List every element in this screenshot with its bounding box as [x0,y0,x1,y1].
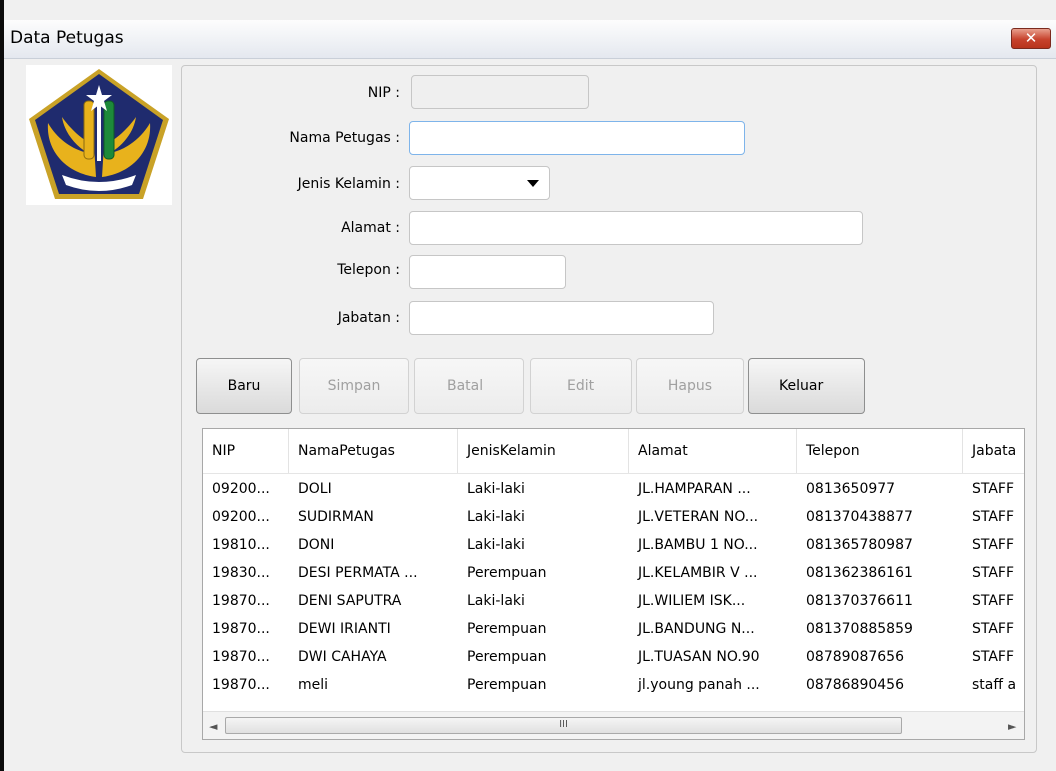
scroll-left-icon[interactable]: ◄ [209,720,217,733]
nama-petugas-label: Nama Petugas : [289,130,400,146]
jabatan-label: Jabatan : [337,310,400,326]
cell-nip: 09200... [212,509,270,525]
cell-jabatan: STAFF [972,481,1015,497]
cell-telepon: 081365780987 [806,537,913,553]
cell-alamat: jl.young panah ... [638,677,760,693]
cell-alamat: JL.VETERAN NO... [638,509,759,525]
column-header-alamat[interactable]: Alamat [629,429,797,473]
keluar-button[interactable]: Keluar [748,358,865,414]
cell-jenis-kelamin: Laki-laki [467,537,525,553]
baru-button[interactable]: Baru [196,358,292,414]
window-title: Data Petugas [10,28,124,48]
cell-nama: DONI [298,537,335,553]
cell-jabatan: STAFF [972,509,1015,525]
petugas-table[interactable]: NIP NamaPetugas JenisKelamin Alamat Tele… [202,428,1025,740]
edit-button[interactable]: Edit [530,358,632,414]
cell-nama: DEWI IRIANTI [298,621,391,637]
cell-jabatan: STAFF [972,565,1015,581]
cell-nip: 19870... [212,621,270,637]
cell-telepon: 081370438877 [806,509,913,525]
column-header-nama-petugas[interactable]: NamaPetugas [289,429,458,473]
ministry-emblem-logo [26,65,172,205]
cell-nip: 19870... [212,649,270,665]
column-header-nip[interactable]: NIP [203,429,289,473]
jabatan-input[interactable] [409,301,714,335]
close-icon: ✕ [1024,29,1038,47]
cell-nip: 19870... [212,677,270,693]
cell-telepon: 08789087656 [806,649,904,665]
table-row[interactable]: 09200... DOLI Laki-laki JL.HAMPARAN ... … [203,478,1024,500]
cell-jabatan: STAFF [972,649,1015,665]
table-row[interactable]: 19870... DENI SAPUTRA Laki-laki JL.WILIE… [203,590,1024,612]
table-header: NIP NamaPetugas JenisKelamin Alamat Tele… [203,429,1024,474]
nama-petugas-input[interactable] [409,121,745,155]
table-row[interactable]: 19870... DEWI IRIANTI Perempuan JL.BANDU… [203,618,1024,640]
close-button[interactable]: ✕ [1011,28,1051,49]
cell-telepon: 081370376611 [806,593,913,609]
jenis-kelamin-label: Jenis Kelamin : [297,176,400,192]
cell-nama: DWI CAHAYA [298,649,387,665]
scroll-right-icon[interactable]: ► [1008,720,1016,733]
cell-telepon: 0813650977 [806,481,896,497]
cell-jenis-kelamin: Laki-laki [467,509,525,525]
telepon-label: Telepon : [337,262,400,278]
table-row[interactable]: 19810... DONI Laki-laki JL.BAMBU 1 NO...… [203,534,1024,556]
table-row[interactable]: 09200... SUDIRMAN Laki-laki JL.VETERAN N… [203,506,1024,528]
simpan-button[interactable]: Simpan [299,358,409,414]
nip-label: NIP : [367,85,400,101]
cell-jenis-kelamin: Laki-laki [467,593,525,609]
window-left-border [0,0,4,771]
cell-nama: DESI PERMATA ... [298,565,418,581]
table-row[interactable]: 19830... DESI PERMATA ... Perempuan JL.K… [203,562,1024,584]
jenis-kelamin-select[interactable] [409,166,550,200]
cell-jenis-kelamin: Laki-laki [467,481,525,497]
batal-button[interactable]: Batal [414,358,524,414]
horizontal-scrollbar[interactable]: ◄ III ► [203,711,1024,739]
cell-alamat: JL.HAMPARAN ... [638,481,751,497]
cell-telepon: 081370885859 [806,621,913,637]
emblem-icon [29,69,169,199]
hapus-button[interactable]: Hapus [636,358,744,414]
cell-nama: SUDIRMAN [298,509,374,525]
cell-nip: 19810... [212,537,270,553]
cell-alamat: JL.TUASAN NO.90 [638,649,760,665]
cell-jabatan: STAFF [972,537,1015,553]
column-header-jabatan[interactable]: Jabata [963,429,1024,473]
cell-alamat: JL.WILIEM ISK... [638,593,746,609]
table-row[interactable]: 19870... DWI CAHAYA Perempuan JL.TUASAN … [203,646,1024,668]
nip-input [411,75,589,109]
cell-alamat: JL.KELAMBIR V ... [638,565,758,581]
scrollbar-thumb[interactable]: III [225,717,902,734]
alamat-label: Alamat : [341,220,400,236]
cell-nama: DOLI [298,481,332,497]
data-petugas-window: Data Petugas ✕ NIP : Nama Petugas : Jeni… [0,0,1056,771]
column-header-telepon[interactable]: Telepon [797,429,963,473]
cell-nip: 09200... [212,481,270,497]
cell-jabatan: STAFF [972,621,1015,637]
cell-jenis-kelamin: Perempuan [467,677,547,693]
cell-jabatan: staff a [972,677,1017,693]
cell-telepon: 08786890456 [806,677,904,693]
cell-nama: meli [298,677,329,693]
cell-jabatan: STAFF [972,593,1015,609]
table-row[interactable]: 19870... meli Perempuan jl.young panah .… [203,674,1024,696]
title-bar[interactable]: Data Petugas ✕ [4,20,1056,59]
chevron-down-icon [527,180,539,187]
alamat-input[interactable] [409,211,863,245]
cell-alamat: JL.BANDUNG N... [638,621,755,637]
telepon-input[interactable] [409,255,566,289]
column-header-jenis-kelamin[interactable]: JenisKelamin [458,429,629,473]
cell-nip: 19870... [212,593,270,609]
cell-nip: 19830... [212,565,270,581]
cell-telepon: 081362386161 [806,565,913,581]
cell-nama: DENI SAPUTRA [298,593,402,609]
cell-jenis-kelamin: Perempuan [467,621,547,637]
cell-jenis-kelamin: Perempuan [467,565,547,581]
cell-alamat: JL.BAMBU 1 NO... [638,537,758,553]
cell-jenis-kelamin: Perempuan [467,649,547,665]
